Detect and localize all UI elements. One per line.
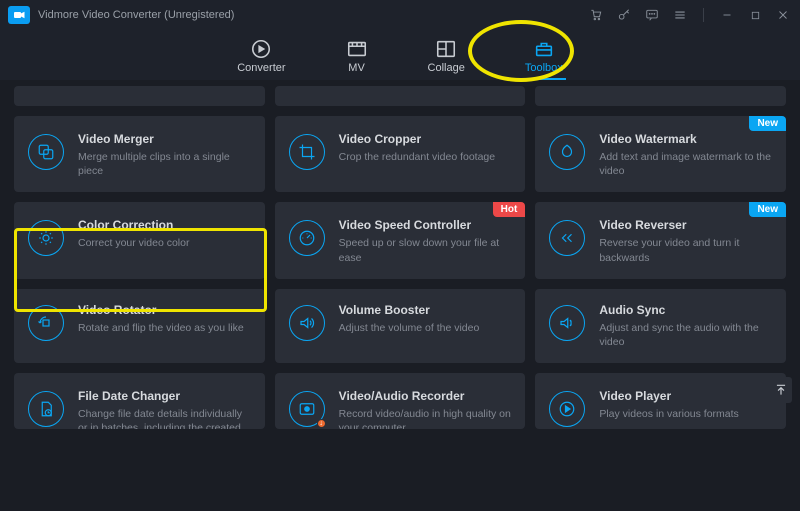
audiosync-icon xyxy=(549,305,585,341)
card-desc: Speed up or slow down your file at ease xyxy=(339,236,512,264)
collage-icon xyxy=(435,39,457,59)
tool-card-video-merger[interactable]: Video Merger Merge multiple clips into a … xyxy=(14,116,265,192)
filedate-icon xyxy=(28,391,64,427)
cart-icon[interactable] xyxy=(589,8,603,22)
card-desc: Crop the redundant video footage xyxy=(339,150,495,164)
tool-card-partial[interactable] xyxy=(14,86,265,106)
tool-card-video-player[interactable]: Video Player Play videos in various forma… xyxy=(535,373,786,429)
card-title: Audio Sync xyxy=(599,303,772,317)
card-desc: Reverse your video and turn it backwards xyxy=(599,236,772,264)
card-title: Video Merger xyxy=(78,132,251,146)
close-icon[interactable] xyxy=(776,8,790,22)
feedback-icon[interactable] xyxy=(645,8,659,22)
tab-label: Converter xyxy=(237,62,285,74)
tab-label: MV xyxy=(348,62,365,74)
tool-card-file-date-changer[interactable]: File Date Changer Change file date detail… xyxy=(14,373,265,429)
rotator-icon xyxy=(28,305,64,341)
toolbox-icon xyxy=(533,39,555,59)
tab-toolbox[interactable]: Toolbox xyxy=(525,39,563,74)
card-title: Video/Audio Recorder xyxy=(339,389,512,403)
badge-new: New xyxy=(749,116,786,131)
card-title: Video Player xyxy=(599,389,738,403)
card-title: Video Cropper xyxy=(339,132,495,146)
tab-label: Collage xyxy=(428,62,465,74)
card-title: Video Rotator xyxy=(78,303,244,317)
card-desc: Merge multiple clips into a single piece xyxy=(78,150,251,178)
separator xyxy=(703,8,704,22)
tab-collage[interactable]: Collage xyxy=(428,39,465,74)
mv-icon xyxy=(346,39,368,59)
cropper-icon xyxy=(289,134,325,170)
card-desc: Rotate and flip the video as you like xyxy=(78,321,244,335)
tab-label: Toolbox xyxy=(525,62,563,74)
watermark-icon xyxy=(549,134,585,170)
tool-card-video-watermark[interactable]: New Video Watermark Add text and image wa… xyxy=(535,116,786,192)
tool-card-video-reverser[interactable]: New Video Reverser Reverse your video and… xyxy=(535,202,786,278)
card-desc: Add text and image watermark to the vide… xyxy=(599,150,772,178)
reverser-icon xyxy=(549,220,585,256)
tool-card-partial[interactable] xyxy=(535,86,786,106)
badge-new: New xyxy=(749,202,786,217)
tool-card-video-cropper[interactable]: Video Cropper Crop the redundant video fo… xyxy=(275,116,526,192)
card-title: Video Speed Controller xyxy=(339,218,512,232)
menu-icon[interactable] xyxy=(673,8,687,22)
card-desc: Correct your video color xyxy=(78,236,189,250)
color-icon xyxy=(28,220,64,256)
card-desc: Adjust and sync the audio with the video xyxy=(599,321,772,349)
card-title: Volume Booster xyxy=(339,303,480,317)
tool-card-volume-booster[interactable]: Volume Booster Adjust the volume of the v… xyxy=(275,289,526,363)
app-logo xyxy=(8,6,30,24)
badge-hot: Hot xyxy=(493,202,526,217)
merger-icon xyxy=(28,134,64,170)
tool-card-audio-sync[interactable]: Audio Sync Adjust and sync the audio with… xyxy=(535,289,786,363)
speed-icon xyxy=(289,220,325,256)
volume-icon xyxy=(289,305,325,341)
recorder-icon: ↓ xyxy=(289,391,325,427)
card-desc: Adjust the volume of the video xyxy=(339,321,480,335)
card-desc: Change file date details individually or… xyxy=(78,407,251,429)
tab-converter[interactable]: Converter xyxy=(237,39,285,74)
card-title: Video Watermark xyxy=(599,132,772,146)
tool-card-video-audio-recorder[interactable]: ↓ Video/Audio Recorder Record video/audio… xyxy=(275,373,526,429)
tab-mv[interactable]: MV xyxy=(346,39,368,74)
card-title: Video Reverser xyxy=(599,218,772,232)
maximize-icon[interactable] xyxy=(748,8,762,22)
key-icon[interactable] xyxy=(617,8,631,22)
tool-card-video-speed[interactable]: Hot Video Speed Controller Speed up or sl… xyxy=(275,202,526,278)
tool-card-video-rotator[interactable]: Video Rotator Rotate and flip the video a… xyxy=(14,289,265,363)
card-desc: Play videos in various formats xyxy=(599,407,738,421)
minimize-icon[interactable] xyxy=(720,8,734,22)
player-icon xyxy=(549,391,585,427)
card-title: Color Correction xyxy=(78,218,189,232)
card-title: File Date Changer xyxy=(78,389,251,403)
tool-card-color-correction[interactable]: Color Correction Correct your video color xyxy=(14,202,265,278)
app-title: Vidmore Video Converter (Unregistered) xyxy=(38,9,234,21)
converter-icon xyxy=(250,39,272,59)
scroll-to-top-button[interactable] xyxy=(770,377,792,403)
card-desc: Record video/audio in high quality on yo… xyxy=(339,407,512,429)
tool-card-partial[interactable] xyxy=(275,86,526,106)
